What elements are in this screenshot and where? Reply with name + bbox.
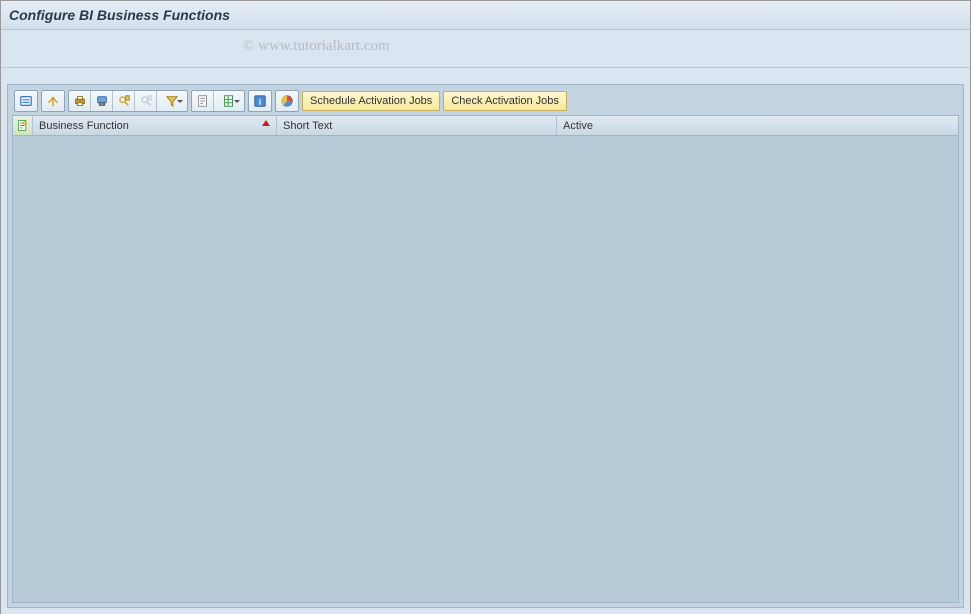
chart-icon [280, 94, 294, 108]
sort-indicator-icon [262, 120, 270, 126]
row-header-icon-cell[interactable] [13, 116, 33, 135]
details-button[interactable] [15, 91, 37, 111]
filter-button[interactable] [157, 91, 187, 111]
find-next-button[interactable] [135, 91, 157, 111]
spacer [1, 68, 970, 84]
find-button[interactable] [113, 91, 135, 111]
column-header-business-function[interactable]: Business Function [33, 116, 277, 135]
info-button[interactable]: i [249, 91, 271, 111]
alv-grid-panel: i Schedule Activation Jobs Check Activat… [7, 84, 964, 608]
print-button[interactable] [69, 91, 91, 111]
filter-icon [165, 94, 179, 108]
page-title: Configure BI Business Functions [9, 7, 230, 23]
alv-table: Business Function Short Text Active [12, 115, 959, 603]
sort-ascending-button[interactable] [42, 91, 64, 111]
watermark-text: © www.tutorialkart.com [243, 38, 390, 55]
info-icon: i [253, 94, 267, 108]
button-label: Check Activation Jobs [451, 95, 559, 107]
check-activation-jobs-button[interactable]: Check Activation Jobs [443, 91, 567, 111]
chart-button[interactable] [276, 91, 298, 111]
export-spreadsheet-button[interactable] [214, 91, 244, 111]
document-icon [16, 119, 29, 132]
column-header-short-text[interactable]: Short Text [277, 116, 557, 135]
column-header-active[interactable]: Active [557, 116, 657, 135]
print-preview-icon [95, 94, 109, 108]
application-toolbar-area: © www.tutorialkart.com [1, 30, 970, 68]
button-label: Schedule Activation Jobs [310, 95, 432, 107]
export-spreadsheet-icon [222, 94, 236, 108]
alv-toolbar: i Schedule Activation Jobs Check Activat… [8, 87, 963, 115]
print-preview-button[interactable] [91, 91, 113, 111]
export-text-button[interactable] [192, 91, 214, 111]
details-icon [19, 94, 33, 108]
sort-ascending-icon [46, 94, 60, 108]
find-icon [117, 94, 131, 108]
print-icon [73, 94, 87, 108]
column-label: Short Text [283, 120, 332, 132]
column-header-row: Business Function Short Text Active [13, 116, 958, 136]
column-label: Active [563, 120, 593, 132]
title-bar: Configure BI Business Functions [1, 1, 970, 30]
schedule-activation-jobs-button[interactable]: Schedule Activation Jobs [302, 91, 440, 111]
column-label: Business Function [39, 120, 129, 132]
find-next-icon [139, 94, 153, 108]
main-area: i Schedule Activation Jobs Check Activat… [1, 84, 970, 614]
table-body [13, 136, 958, 602]
export-text-icon [196, 94, 210, 108]
